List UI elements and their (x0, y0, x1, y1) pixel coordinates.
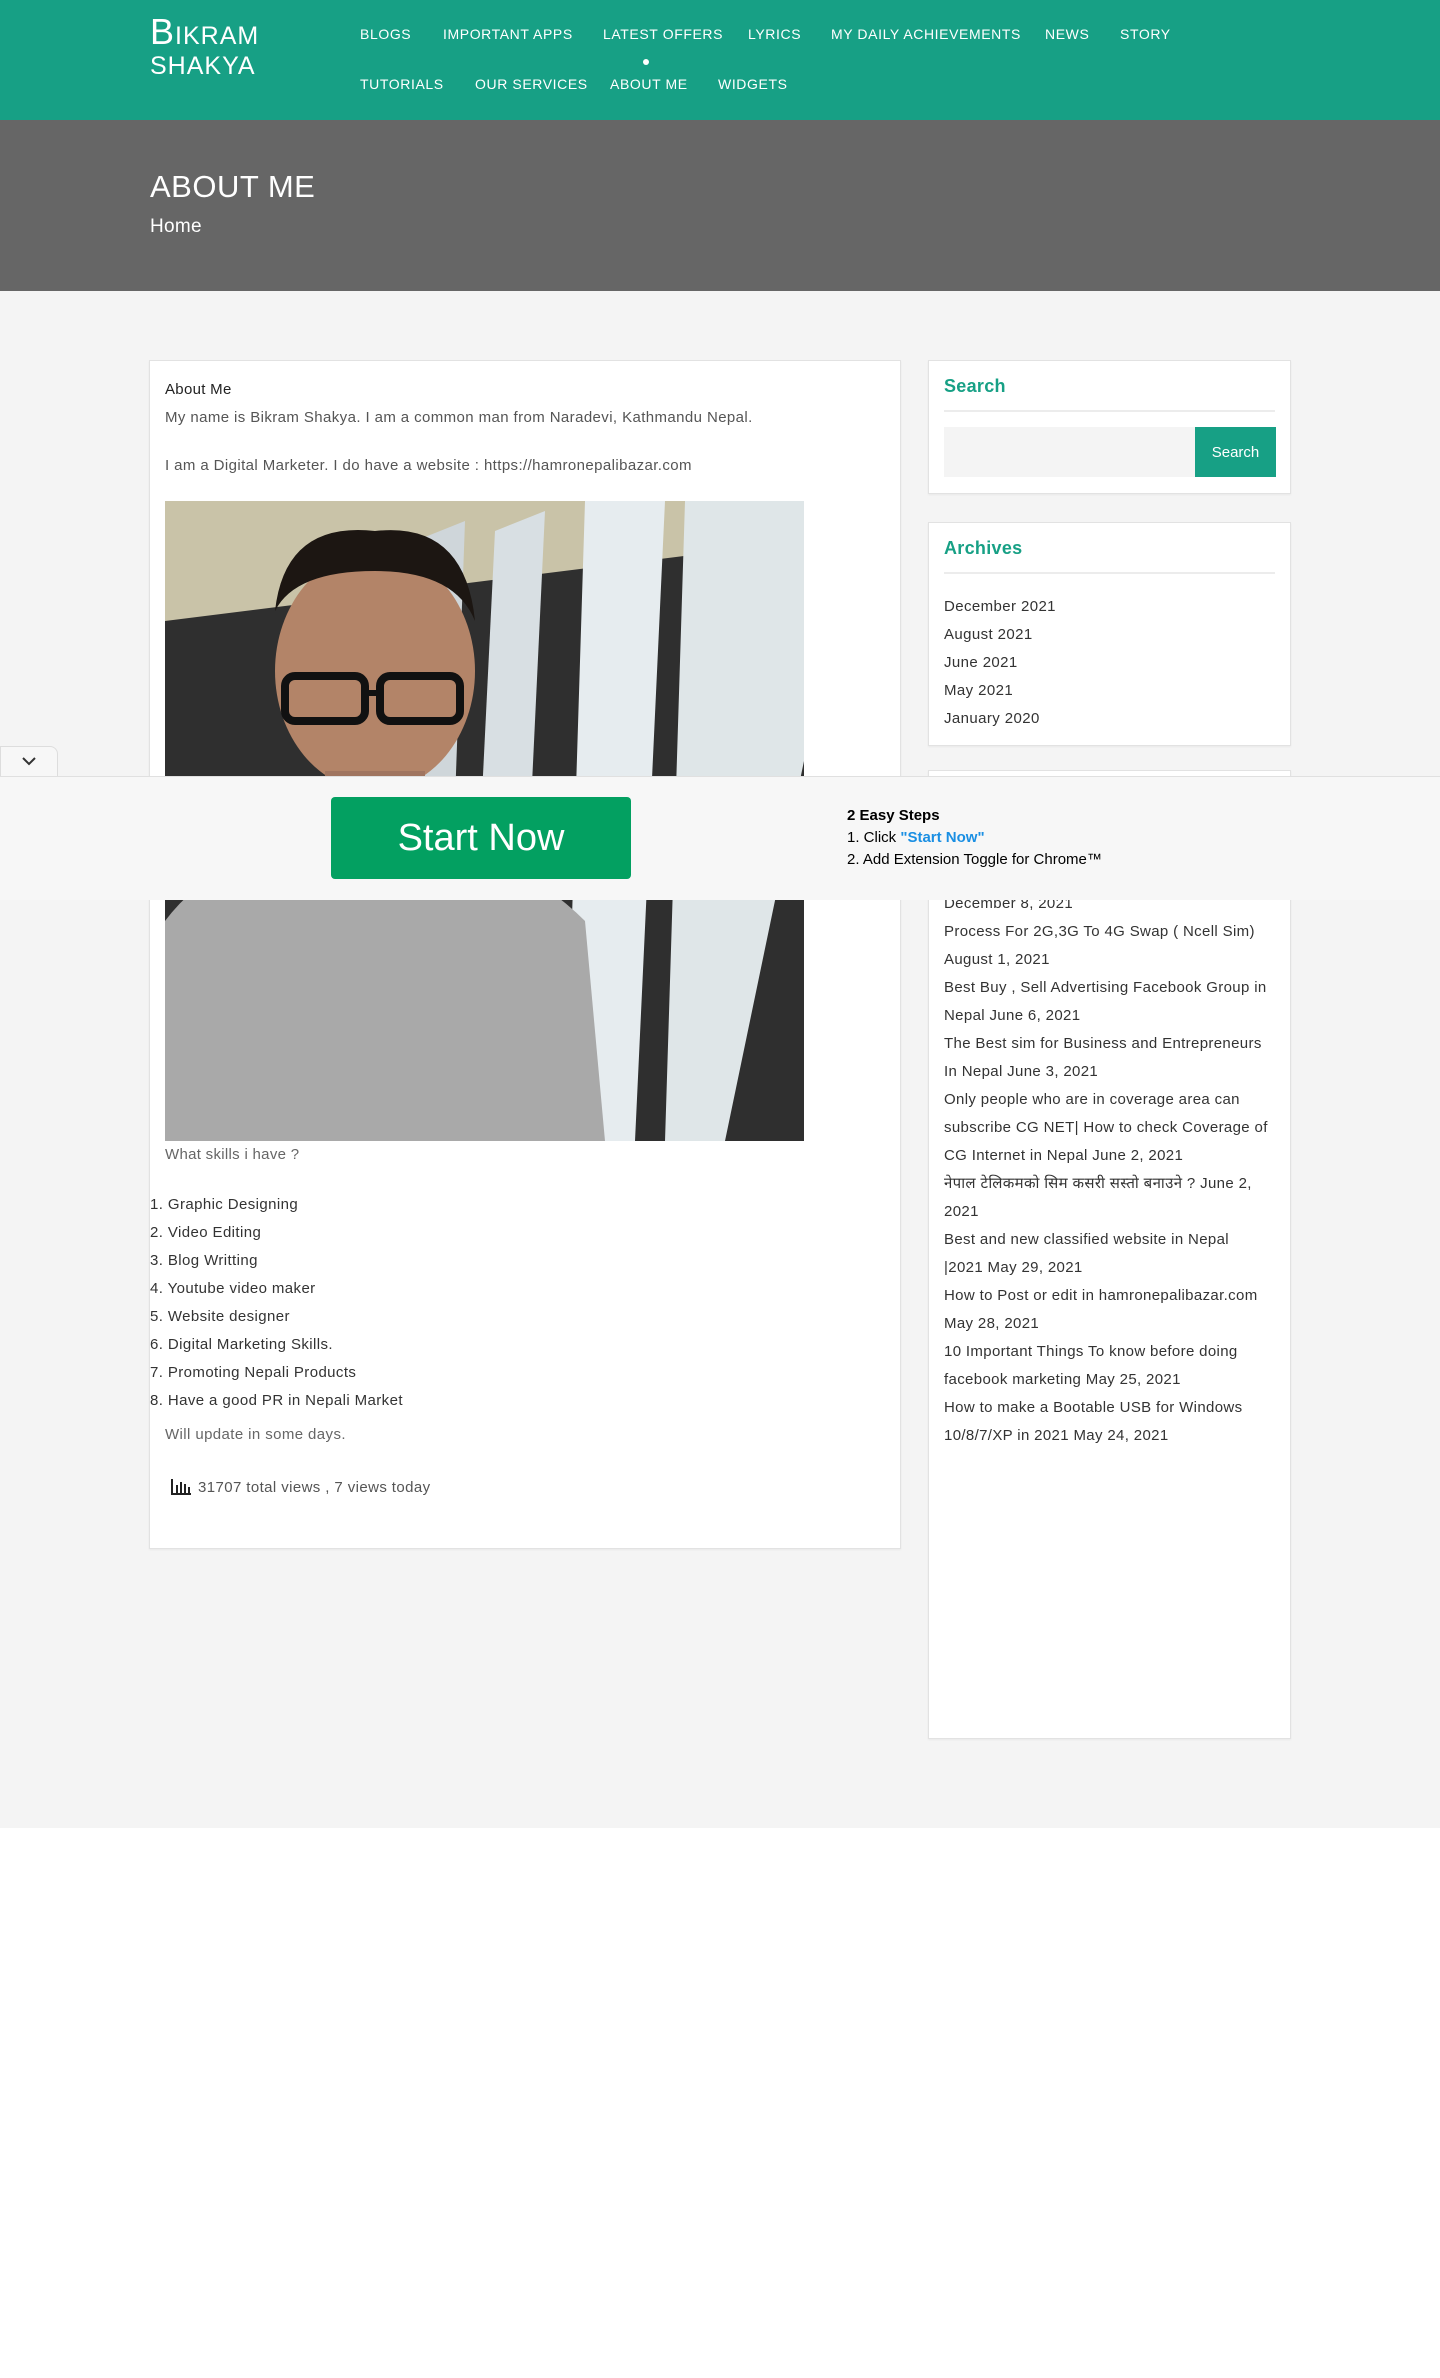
page-title: ABOUT ME (150, 169, 316, 204)
bar-chart-icon (171, 1479, 191, 1495)
ad-steps-title: 2 Easy Steps (847, 807, 940, 824)
logo-line1: IKRAM (175, 22, 260, 50)
nav-important-apps[interactable]: IMPORTANT APPS (443, 26, 573, 42)
recent-post-link[interactable]: Best and new classified website in Nepal (944, 1226, 1284, 1254)
nav-story[interactable]: STORY (1120, 26, 1171, 42)
archive-link[interactable]: August 2021 (944, 621, 1056, 649)
recent-post-link[interactable]: facebook marketing May 25, 2021 (944, 1366, 1284, 1394)
skill-item: 1. Graphic Designing (150, 1196, 299, 1213)
recent-post-link[interactable]: 2021 (944, 1198, 1284, 1226)
about-article: About Me My name is Bikram Shakya. I am … (149, 360, 901, 1549)
breadcrumb-home[interactable]: Home (150, 216, 202, 238)
photo-caption: What skills i have ? (165, 1146, 300, 1163)
recent-post-link[interactable]: Process For 2G,3G To 4G Swap ( Ncell Sim… (944, 918, 1284, 946)
nav-tutorials[interactable]: TUTORIALS (360, 76, 444, 92)
recent-post-link[interactable]: 10 Important Things To know before doing (944, 1338, 1284, 1366)
recent-post-link[interactable]: May 28, 2021 (944, 1310, 1284, 1338)
ad-step-1: 1. Click "Start Now" (847, 827, 1102, 849)
nav-about-me[interactable]: ABOUT ME (610, 76, 688, 92)
recent-post-link[interactable]: 10/8/7/XP in 2021 May 24, 2021 (944, 1422, 1284, 1450)
recent-post-link[interactable]: नेपाल टेलिकमको सिम कसरी सस्तो बनाउने ? J… (944, 1170, 1284, 1198)
archives-widget-title: Archives (944, 538, 1023, 558)
article-heading: About Me (165, 381, 232, 398)
divider (944, 410, 1275, 412)
start-now-button[interactable]: Start Now (331, 797, 631, 879)
view-counter: 31707 total views , 7 views today (170, 1478, 431, 1496)
ad-step-1-text: 1. Click (847, 829, 901, 846)
nav-blogs[interactable]: BLOGS (360, 26, 411, 42)
recent-post-link[interactable]: Best Buy , Sell Advertising Facebook Gro… (944, 974, 1284, 1002)
archive-link[interactable]: January 2020 (944, 705, 1056, 733)
archive-link[interactable]: May 2021 (944, 677, 1056, 705)
active-nav-indicator (643, 59, 649, 65)
search-widget: Search Search (928, 360, 1291, 494)
recent-post-link[interactable]: How to make a Bootable USB for Windows (944, 1394, 1284, 1422)
recent-post-link[interactable]: In Nepal June 3, 2021 (944, 1058, 1284, 1086)
recent-post-link[interactable]: Nepal June 6, 2021 (944, 1002, 1284, 1030)
recent-post-link[interactable]: |2021 May 29, 2021 (944, 1254, 1284, 1282)
nav-news[interactable]: NEWS (1045, 26, 1089, 42)
archives-widget: Archives December 2021 August 2021 June … (928, 522, 1291, 746)
page-banner: ABOUT ME Home (0, 120, 1440, 291)
site-logo[interactable]: BIKRAM SHAKYA (150, 14, 259, 79)
divider (944, 572, 1275, 574)
recent-post-link[interactable]: Only people who are in coverage area can (944, 1086, 1284, 1114)
archives-list: December 2021 August 2021 June 2021 May … (944, 593, 1056, 733)
nav-lyrics[interactable]: LYRICS (748, 26, 801, 42)
recent-post-link[interactable]: CG Internet in Nepal June 2, 2021 (944, 1142, 1284, 1170)
skill-item: 8. Have a good PR in Nepali Market (150, 1392, 403, 1409)
intro-paragraph: My name is Bikram Shakya. I am a common … (165, 409, 753, 426)
ad-collapse-tab[interactable] (0, 746, 58, 776)
chevron-down-icon (22, 757, 36, 766)
skill-item: 6. Digital Marketing Skills. (150, 1336, 333, 1353)
ad-start-now-link[interactable]: "Start Now" (900, 829, 984, 846)
views-text: 31707 total views , 7 views today (198, 1478, 431, 1496)
update-note: Will update in some days. (165, 1426, 346, 1443)
skill-item: 3. Blog Writting (150, 1252, 258, 1269)
nav-our-services[interactable]: OUR SERVICES (475, 76, 588, 92)
recent-posts-list: December 8, 2021 Process For 2G,3G To 4G… (944, 890, 1284, 1450)
recent-posts-widget: December 8, 2021 Process For 2G,3G To 4G… (928, 770, 1291, 1739)
recent-post-link[interactable]: How to Post or edit in hamronepalibazar.… (944, 1282, 1284, 1310)
website-paragraph: I am a Digital Marketer. I do have a web… (165, 457, 692, 474)
skill-item: 7. Promoting Nepali Products (150, 1364, 357, 1381)
ad-banner: Start Now 2 Easy Steps 1. Click "Start N… (0, 776, 1440, 900)
skills-list: 1. Graphic Designing 2. Video Editing 3.… (150, 1191, 403, 1415)
nav-my-daily-achievements[interactable]: MY DAILY ACHIEVEMENTS (831, 26, 1021, 42)
nav-latest-offers[interactable]: LATEST OFFERS (603, 26, 723, 42)
skill-item: 2. Video Editing (150, 1224, 262, 1241)
archive-link[interactable]: June 2021 (944, 649, 1056, 677)
site-header: BIKRAM SHAKYA BLOGS IMPORTANT APPS LATES… (0, 0, 1440, 120)
logo-line2: SHAKYA (150, 52, 256, 80)
search-input[interactable] (944, 427, 1196, 477)
archive-link[interactable]: December 2021 (944, 593, 1056, 621)
recent-post-link[interactable]: The Best sim for Business and Entreprene… (944, 1030, 1284, 1058)
recent-post-date: August 1, 2021 (944, 951, 1050, 968)
skill-item: 5. Website designer (150, 1308, 290, 1325)
skill-item: 4. Youtube video maker (150, 1280, 316, 1297)
ad-steps: 2 Easy Steps 1. Click "Start Now" 2. Add… (847, 805, 1102, 871)
search-widget-title: Search (944, 376, 1006, 396)
logo-initial: B (150, 11, 176, 52)
nav-widgets[interactable]: WIDGETS (718, 76, 788, 92)
search-button[interactable]: Search (1195, 427, 1276, 477)
recent-post-link[interactable]: subscribe CG NET| How to check Coverage … (944, 1114, 1284, 1142)
ad-step-2: 2. Add Extension Toggle for Chrome™ (847, 851, 1102, 868)
